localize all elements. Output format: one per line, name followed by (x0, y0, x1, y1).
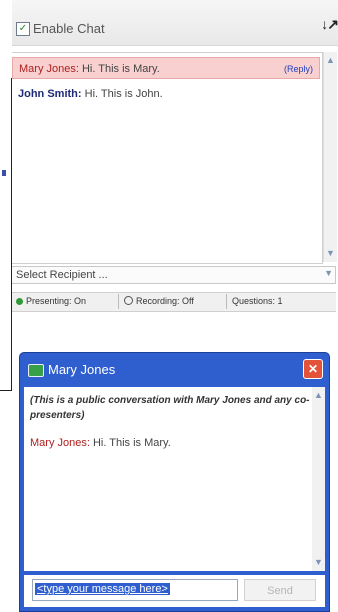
chat-message[interactable]: Mary Jones: Hi. This is Mary. (Reply) (12, 57, 320, 79)
recording-icon (124, 296, 133, 305)
recipient-select-value: Select Recipient ... (16, 269, 108, 281)
chat-scrollbar[interactable]: ▲ ▼ (323, 52, 337, 262)
scroll-down-icon[interactable]: ▼ (324, 247, 337, 260)
private-chat-intro: (This is a public conversation with Mary… (30, 395, 310, 421)
dock-arrows-icon[interactable]: ↓↗ (321, 16, 338, 33)
message-text: Hi. This is Mary. (89, 437, 171, 449)
status-divider (226, 294, 227, 309)
message-input[interactable]: <type your message here> (32, 579, 238, 601)
status-divider (118, 294, 119, 309)
recipient-select[interactable]: Select Recipient ... ▼ (12, 266, 336, 284)
enable-chat-checkbox[interactable]: ✓ (16, 22, 30, 36)
background-panel-marker (2, 170, 6, 176)
message-text: Hi. This is John. (81, 88, 163, 100)
reply-link[interactable]: (Reply) (284, 58, 313, 80)
presenting-status: Presenting: On (16, 296, 86, 306)
background-panel-frame (0, 78, 12, 391)
private-chat-title: Mary Jones (48, 362, 116, 377)
presenting-status-text: Presenting: On (26, 296, 87, 306)
scroll-down-icon[interactable]: ▼ (312, 556, 325, 569)
private-chat-titlebar[interactable]: Mary Jones ✕ (20, 353, 329, 385)
chat-panel: ✓ Enable Chat ↓↗ Mary Jones: Hi. This is… (12, 0, 338, 318)
message-sender: Mary Jones: (19, 63, 79, 75)
scroll-up-icon[interactable]: ▲ (324, 54, 337, 67)
chat-message[interactable]: John Smith: Hi. This is John. (12, 83, 320, 105)
message-sender: John Smith: (18, 88, 82, 100)
private-chat-scrollbar[interactable]: ▲ ▼ (312, 387, 325, 571)
presenting-indicator-icon (16, 298, 23, 305)
chat-header: ✓ Enable Chat ↓↗ (12, 0, 338, 46)
send-button[interactable]: Send (244, 579, 316, 601)
private-chat-window[interactable]: Mary Jones ✕ (This is a public conversat… (19, 352, 330, 612)
chat-message: Mary Jones: Hi. This is Mary. (30, 437, 171, 449)
message-input-text: <type your message here> (35, 583, 170, 595)
chat-window-icon (28, 364, 44, 377)
recording-status: Recording: Off (124, 296, 194, 306)
chevron-down-icon[interactable]: ▼ (324, 268, 333, 278)
message-text: Hi. This is Mary. (78, 63, 160, 75)
chat-message-list[interactable]: Mary Jones: Hi. This is Mary. (Reply) Jo… (12, 52, 323, 264)
enable-chat-label[interactable]: Enable Chat (33, 21, 105, 36)
scroll-up-icon[interactable]: ▲ (312, 389, 325, 402)
private-chat-input-row: <type your message here> Send (24, 575, 325, 607)
recording-status-text: Recording: Off (136, 296, 194, 306)
close-icon[interactable]: ✕ (303, 359, 323, 379)
status-bar: Presenting: On Recording: Off Questions:… (12, 292, 336, 312)
message-sender: Mary Jones: (30, 437, 90, 449)
private-chat-transcript[interactable]: (This is a public conversation with Mary… (24, 387, 325, 571)
questions-status: Questions: 1 (232, 296, 283, 306)
